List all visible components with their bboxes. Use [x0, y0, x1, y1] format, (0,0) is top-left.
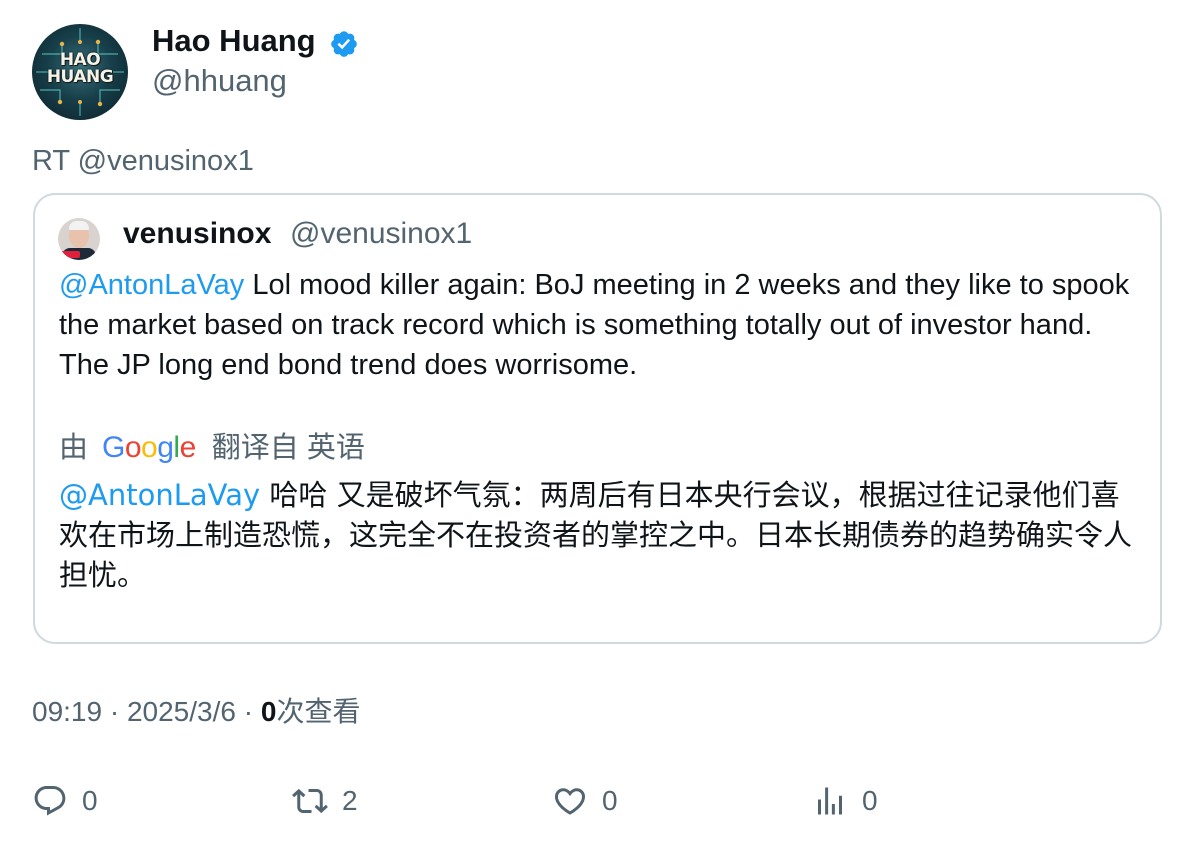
translation-suffix: 翻译自 英语 — [211, 432, 365, 464]
heart-icon — [554, 788, 586, 815]
mention-link[interactable]: @AntonLaVay — [59, 269, 244, 301]
quoted-tweet-card[interactable]: venusinox @venusinox1 @AntonLaVay Lol mo… — [33, 193, 1162, 644]
like-button[interactable]: 0 — [552, 781, 618, 821]
views-action-count: 0 — [862, 785, 878, 816]
author-display-name[interactable]: Hao Huang — [152, 22, 316, 60]
translation-prefix: 由 — [59, 432, 89, 464]
translated-mention-link[interactable]: @AntonLaVay — [59, 478, 260, 512]
reply-icon — [34, 786, 66, 816]
views-label: 次查看 — [276, 696, 361, 727]
avatar-text: HAO HUANG — [46, 50, 114, 87]
views-count: 0 — [260, 696, 277, 727]
translated-text: @AntonLaVay 哈哈 又是破坏气氛：两周后有日本央行会议，根据过往记录他… — [59, 475, 1139, 595]
quoted-author-name[interactable]: venusinox — [123, 215, 271, 253]
retweet-button[interactable]: 2 — [292, 781, 358, 821]
google-logo: Google — [102, 431, 196, 464]
reply-count: 0 — [82, 785, 98, 816]
retweet-count: 2 — [342, 785, 358, 816]
retweet-text: RT @venusinox1 — [32, 145, 254, 177]
author-handle[interactable]: @hhuang — [152, 62, 287, 100]
meta-separator: · — [109, 696, 120, 727]
meta-separator: · — [243, 696, 254, 727]
verified-badge-icon — [331, 31, 357, 57]
like-count: 0 — [602, 785, 618, 816]
analytics-icon — [818, 787, 842, 815]
tweet-time[interactable]: 09:19 — [32, 696, 102, 727]
translation-attribution: 由 Google 翻译自 英语 — [59, 428, 365, 468]
quoted-author-avatar[interactable] — [58, 218, 100, 260]
tweet-date[interactable]: 2025/3/6 — [127, 696, 236, 727]
retweet-icon — [292, 788, 328, 814]
quoted-tweet-text: @AntonLaVay Lol mood killer again: BoJ m… — [59, 265, 1139, 385]
tweet-meta: 09:19 · 2025/3/6 · 0次查看 — [32, 694, 360, 730]
views-button[interactable]: 0 — [812, 781, 878, 821]
quoted-author-handle[interactable]: @venusinox1 — [290, 215, 472, 253]
reply-button[interactable]: 0 — [32, 781, 98, 821]
author-avatar[interactable]: HAO HUANG — [32, 24, 128, 120]
